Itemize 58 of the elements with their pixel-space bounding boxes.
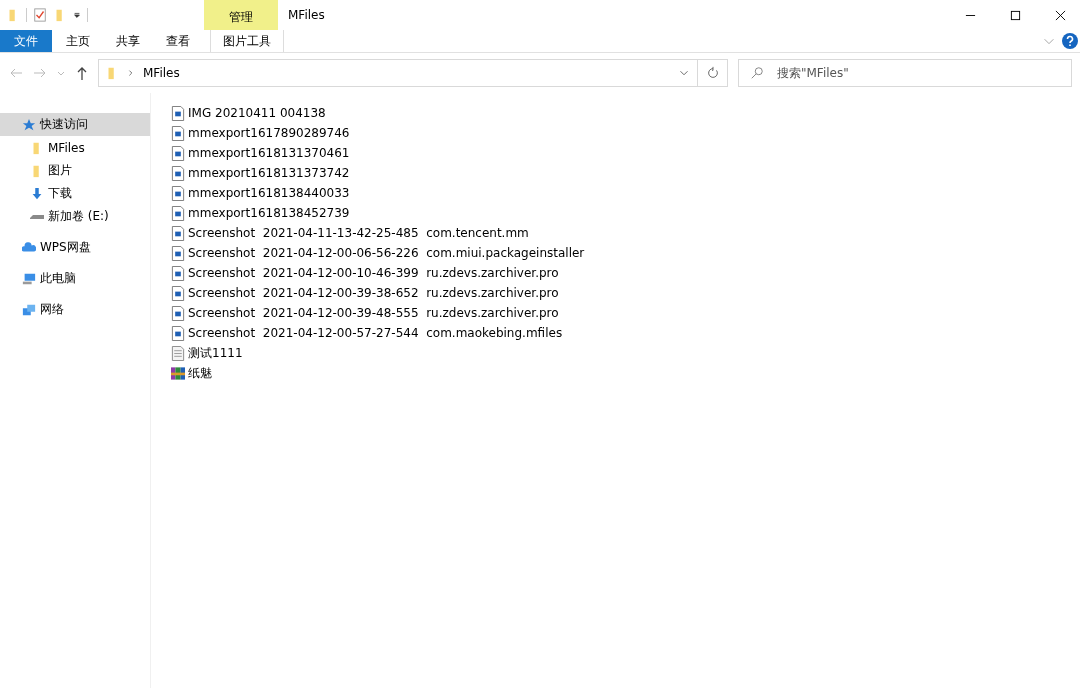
file-item[interactable]: Screenshot 2021-04-12-00-10-46-399 ru.zdevs.zarchiver.pro [171,263,559,283]
maximize-icon[interactable] [1010,9,1021,21]
image-file-icon [171,125,185,141]
help-icon[interactable] [1062,33,1078,49]
star-icon [22,117,36,132]
sidebar-item[interactable]: 新加卷 (E:) [0,205,150,228]
image-file-icon [171,185,185,201]
image-file-icon [171,105,185,121]
file-item[interactable]: Screenshot 2021-04-11-13-42-25-485 com.tencent.mm [171,223,529,243]
image-file-icon [171,325,185,341]
archive-icon [171,365,185,381]
image-file-icon [171,165,185,181]
sidebar-item[interactable]: 此电脑 [0,267,150,290]
file-item[interactable]: mmexport1618131373742 [171,163,350,183]
file-item[interactable]: mmexport1618138440033 [171,183,350,203]
file-item[interactable]: IMG 20210411 004138 [171,103,326,123]
search-icon [750,66,764,80]
cloud-icon [22,240,36,255]
file-item[interactable]: Screenshot 2021-04-12-00-57-27-544 com.maokebing.mfiles [171,323,563,343]
sidebar-item[interactable]: 下载 [0,182,150,205]
ribbon-tab[interactable]: 文件 [0,30,52,52]
window-title: MFiles [287,7,326,24]
image-file-icon [171,225,185,241]
sidebar-item[interactable]: 图片 [0,159,150,182]
download-icon [30,186,44,201]
address-bar[interactable]: MFiles [98,59,698,87]
computer-icon [22,271,36,286]
file-item[interactable]: Screenshot 2021-04-12-00-39-48-555 ru.zdevs.zarchiver.pro [171,303,559,323]
close-icon[interactable] [1055,9,1066,21]
refresh-button[interactable] [698,59,728,87]
drive-icon [30,214,44,219]
file-item[interactable]: 纸魅 [171,363,212,383]
file-item[interactable]: 测试1111 [171,343,243,363]
image-file-icon [171,205,185,221]
image-file-icon [171,245,185,261]
image-file-icon [171,265,185,281]
dropdown-icon[interactable] [73,11,81,19]
image-file-icon [171,285,185,301]
file-item[interactable]: Screenshot 2021-04-12-00-06-56-226 com.miui.packageinstaller [171,243,585,263]
network-icon [22,302,36,317]
checklist-icon[interactable] [33,8,47,22]
sidebar-item[interactable]: 网络 [0,298,150,321]
image-file-icon [171,305,185,321]
file-item[interactable]: mmexport1618131370461 [171,143,350,163]
image-file-icon [171,145,185,161]
sidebar-item[interactable]: WPS网盘 [0,236,150,259]
context-tab-header: 管理 [204,0,278,30]
file-item[interactable]: mmexport1618138452739 [171,203,350,223]
sidebar-item[interactable]: MFiles [0,136,150,159]
file-item[interactable]: Screenshot 2021-04-12-00-39-38-652 ru.zdevs.zarchiver.pro [171,283,559,303]
path-segment[interactable]: MFiles [143,66,180,80]
file-item[interactable]: mmexport1617890289746 [171,123,350,143]
text-file-icon [171,345,185,361]
search-field[interactable]: 搜索"MFiles" [738,59,1072,87]
ribbon-tab[interactable]: 图片工具 [210,30,284,52]
refresh-icon [705,66,720,80]
chevron-right-icon [127,69,135,77]
sidebar-item[interactable]: 快速访问 [0,113,150,136]
